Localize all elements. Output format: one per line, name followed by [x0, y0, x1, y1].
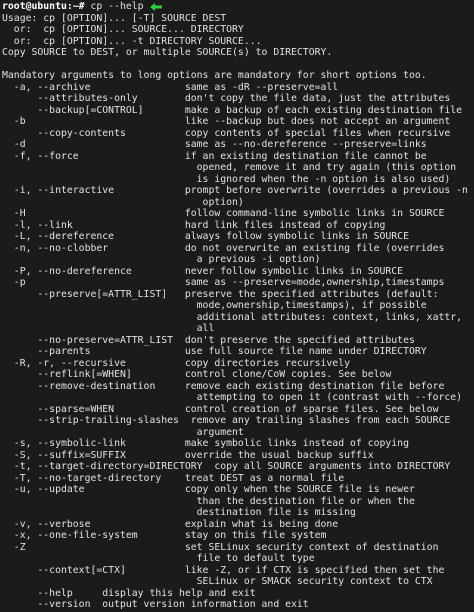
option-line: -S, --suffix=SUFFIX override the usual b…	[2, 449, 374, 461]
option-line: a previous -i option)	[2, 254, 321, 265]
terminal-window[interactable]: root@ubuntu:~# cp --help Usage: cp [OPTI…	[0, 0, 474, 612]
output-line: Usage: cp [OPTION]... [-T] SOURCE DEST	[2, 12, 227, 24]
option-line: --sparse=WHEN control creation of sparse…	[2, 403, 439, 415]
option-line: -H follow command-line symbolic links in…	[2, 208, 445, 219]
option-line: -T, --no-target-directory treat DEST as …	[2, 472, 345, 484]
option-line: -P, --no-dereference never follow symbol…	[2, 265, 404, 277]
output-line: or: cp [OPTION]... -t DIRECTORY SOURCE..…	[2, 35, 262, 47]
option-line: opened, remove it and try again (this op…	[2, 162, 457, 173]
shell-prompt: root@ubuntu:~#	[2, 1, 85, 12]
arrow-left-icon	[149, 2, 162, 11]
option-line: --parents use full source file name unde…	[2, 346, 427, 357]
typed-command: cp --help	[84, 1, 144, 12]
option-line: --strip-trailing-slashes remove any trai…	[2, 415, 451, 426]
output-line: Copy SOURCE to DEST, or multiple SOURCE(…	[2, 47, 333, 58]
option-line: -v, --verbose explain what is being done	[2, 518, 339, 530]
option-line: --remove-destination remove each existin…	[2, 380, 445, 392]
option-line: SELinux or SMACK security context to CTX	[2, 576, 433, 587]
option-line: --attributes-only don't copy the file da…	[2, 93, 451, 104]
option-line: -a, --archive same as -dR --preserve=all	[2, 81, 339, 93]
option-line: -x, --one-file-system stay on this file …	[2, 530, 327, 541]
option-line: argument	[2, 426, 244, 438]
option-line: -i, --interactive prompt before overwrit…	[2, 185, 468, 196]
option-line: destination file is missing	[2, 507, 356, 518]
output-line: or: cp [OPTION]... SOURCE... DIRECTORY	[2, 24, 244, 35]
option-line: --context[=CTX] like -Z, or if CTX is sp…	[2, 564, 445, 576]
option-line: --preserve[=ATTR_LIST] preserve the spec…	[2, 288, 439, 300]
option-line: is ignored when the -n option is also us…	[2, 173, 451, 185]
option-line: --no-preserve=ATTR_LIST don't preserve t…	[2, 334, 415, 346]
option-line: -d same as --no-dereference --preserve=l…	[2, 139, 427, 150]
option-line: -n, --no-clobber do not overwrite an exi…	[2, 242, 445, 254]
help-output: Usage: cp [OPTION]... [-T] SOURCE DEST o…	[2, 13, 474, 611]
option-line: --version output version information and…	[2, 599, 309, 610]
option-line: --help display this help and exit	[2, 587, 256, 599]
option-line: --copy-contents copy contents of special…	[2, 127, 451, 139]
option-line: -l, --link hard link files instead of co…	[2, 219, 386, 231]
option-line: -s, --symbolic-link make symbolic links …	[2, 438, 409, 449]
output-line: Mandatory arguments to long options are …	[2, 70, 427, 81]
option-line: than the destination file or when the	[2, 495, 415, 507]
option-line: -L, --dereference always follow symbolic…	[2, 231, 409, 242]
option-line: -Z set SELinux security context of desti…	[2, 541, 439, 553]
option-line: mode,ownership,timestamps), if possible	[2, 300, 427, 311]
command-prompt-line: root@ubuntu:~# cp --help	[2, 1, 474, 13]
option-line: --reflink[=WHEN] control clone/CoW copie…	[2, 369, 392, 380]
option-line: -u, --update copy only when the SOURCE f…	[2, 484, 415, 495]
option-line: -t, --target-directory=DIRECTORY copy al…	[2, 461, 451, 472]
option-line: additional attributes: context, links, x…	[2, 311, 463, 323]
option-line: -b like --backup but does not accept an …	[2, 116, 451, 127]
option-line: all	[2, 323, 215, 334]
option-line: --backup[=CONTROL] make a backup of each…	[2, 104, 463, 116]
option-line: attempting to open it (contrast with --f…	[2, 392, 463, 403]
option-line: -R, -r, --recursive copy directories rec…	[2, 357, 350, 369]
option-line: -p same as --preserve=mode,ownership,tim…	[2, 277, 445, 288]
option-line: option)	[2, 196, 244, 208]
option-line: file to default type	[2, 553, 315, 564]
option-line: -f, --force if an existing destination f…	[2, 150, 427, 162]
